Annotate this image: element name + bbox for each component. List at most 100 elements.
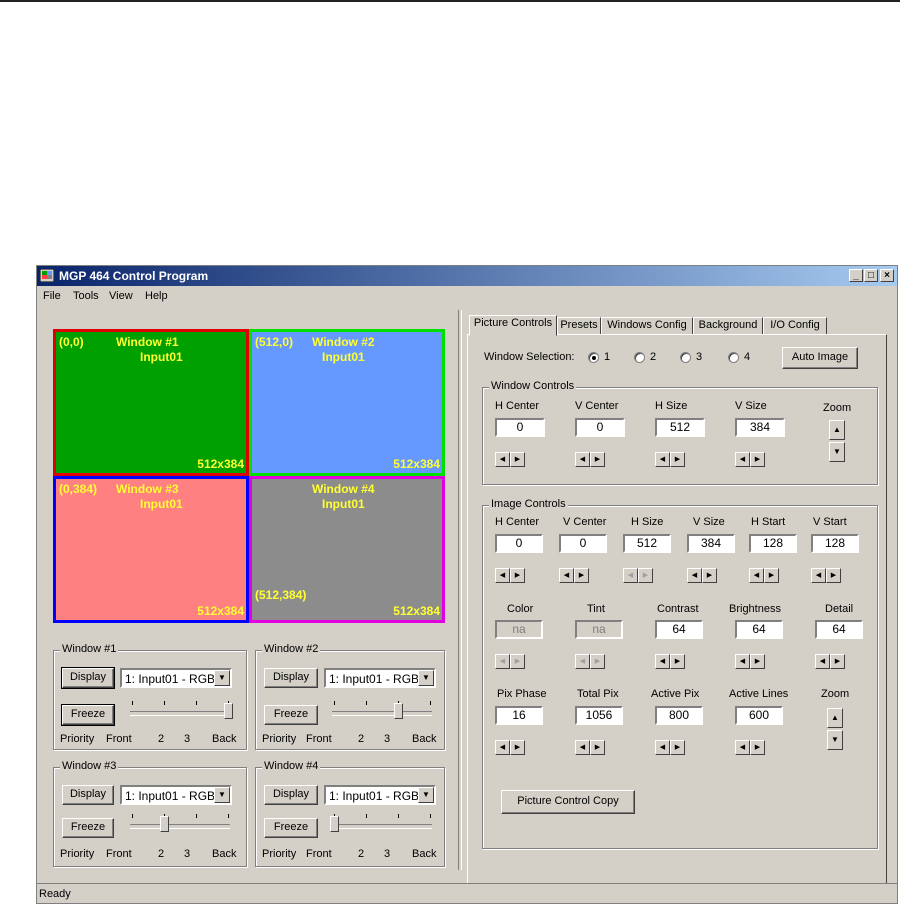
- arrow-right-icon[interactable]: ▶: [574, 568, 589, 583]
- input-select[interactable]: 1: Input01 - RGB ▼: [120, 785, 232, 805]
- arrow-right-icon[interactable]: ▶: [830, 654, 845, 669]
- arrow-right-icon[interactable]: ▶: [590, 452, 605, 467]
- tab-windows-config[interactable]: Windows Config: [601, 317, 693, 335]
- close-button[interactable]: ×: [880, 269, 894, 282]
- arrow-left-icon[interactable]: ◀: [655, 452, 670, 467]
- ic-v-size-spinner[interactable]: ◀ ▶: [687, 568, 717, 583]
- priority-slider[interactable]: [330, 810, 432, 838]
- slider-track[interactable]: [130, 711, 230, 716]
- input-select[interactable]: 1: Input01 - RGB ▼: [324, 668, 436, 688]
- arrow-left-icon[interactable]: ◀: [735, 452, 750, 467]
- chevron-down-icon[interactable]: ▼: [418, 670, 434, 686]
- slider-track[interactable]: [332, 711, 432, 716]
- slider-track[interactable]: [332, 824, 432, 829]
- tab-background[interactable]: Background: [693, 317, 763, 335]
- priority-slider[interactable]: [332, 697, 432, 725]
- arrow-left-icon[interactable]: ◀: [495, 452, 510, 467]
- freeze-button[interactable]: Freeze: [264, 705, 318, 725]
- slider-thumb[interactable]: [160, 816, 169, 832]
- preview-window-4[interactable]: Window #4 Input01 (512,384) 512x384: [249, 476, 445, 623]
- slider-track[interactable]: [130, 824, 230, 829]
- slider-thumb[interactable]: [224, 703, 233, 719]
- window-selection-radio-2[interactable]: [634, 352, 645, 363]
- arrow-left-icon[interactable]: ◀: [687, 568, 702, 583]
- arrow-left-icon[interactable]: ◀: [655, 654, 670, 669]
- menu-view[interactable]: View: [109, 290, 133, 302]
- chevron-down-icon[interactable]: ▼: [214, 670, 230, 686]
- display-button[interactable]: Display: [62, 785, 114, 805]
- priority-slider[interactable]: [130, 810, 230, 838]
- arrow-left-icon[interactable]: ◀: [815, 654, 830, 669]
- tab-picture-controls[interactable]: Picture Controls: [469, 315, 557, 336]
- window-selection-radio-1[interactable]: [588, 352, 599, 363]
- arrow-right-icon[interactable]: ▶: [590, 740, 605, 755]
- input-select[interactable]: 1: Input01 - RGB ▼: [120, 668, 232, 688]
- maximize-button[interactable]: □: [864, 269, 878, 282]
- arrow-left-icon[interactable]: ◀: [735, 654, 750, 669]
- menu-file[interactable]: File: [43, 290, 61, 302]
- menu-help[interactable]: Help: [145, 290, 168, 302]
- ic-active-pix-field[interactable]: 800: [655, 706, 703, 725]
- ic-h-start-spinner[interactable]: ◀ ▶: [749, 568, 779, 583]
- arrow-down-icon[interactable]: ▼: [829, 442, 845, 462]
- display-button[interactable]: Display: [264, 668, 318, 688]
- arrow-right-icon[interactable]: ▶: [670, 740, 685, 755]
- ic-v-start-spinner[interactable]: ◀ ▶: [811, 568, 841, 583]
- tab-presets[interactable]: Presets: [557, 317, 601, 335]
- arrow-left-icon[interactable]: ◀: [559, 568, 574, 583]
- ic-contrast-field[interactable]: 64: [655, 620, 703, 639]
- arrow-right-icon[interactable]: ▶: [702, 568, 717, 583]
- freeze-button[interactable]: Freeze: [62, 818, 114, 838]
- arrow-down-icon[interactable]: ▼: [827, 730, 843, 750]
- chevron-down-icon[interactable]: ▼: [214, 787, 230, 803]
- ic-pix-phase-spinner[interactable]: ◀ ▶: [495, 740, 525, 755]
- wc-v-center-spinner[interactable]: ◀ ▶: [575, 452, 605, 467]
- arrow-right-icon[interactable]: ▶: [750, 452, 765, 467]
- arrow-left-icon[interactable]: ◀: [575, 740, 590, 755]
- arrow-right-icon[interactable]: ▶: [510, 452, 525, 467]
- ic-v-size-field[interactable]: 384: [687, 534, 735, 553]
- arrow-right-icon[interactable]: ▶: [510, 740, 525, 755]
- arrow-left-icon[interactable]: ◀: [623, 568, 638, 583]
- input-select[interactable]: 1: Input01 - RGB ▼: [324, 785, 436, 805]
- ic-detail-spinner[interactable]: ◀ ▶: [815, 654, 845, 669]
- arrow-up-icon[interactable]: ▲: [827, 708, 843, 728]
- ic-h-center-field[interactable]: 0: [495, 534, 543, 553]
- tab-io-config[interactable]: I/O Config: [763, 317, 827, 335]
- arrow-right-icon[interactable]: ▶: [670, 654, 685, 669]
- ic-total-pix-field[interactable]: 1056: [575, 706, 623, 725]
- preview-window-1[interactable]: (0,0) Window #1 Input01 512x384: [53, 329, 249, 476]
- ic-h-size-field[interactable]: 512: [623, 534, 671, 553]
- ic-v-center-field[interactable]: 0: [559, 534, 607, 553]
- wc-v-size-spinner[interactable]: ◀ ▶: [735, 452, 765, 467]
- arrow-left-icon[interactable]: ◀: [749, 568, 764, 583]
- picture-control-copy-button[interactable]: Picture Control Copy: [501, 790, 635, 814]
- auto-image-button[interactable]: Auto Image: [782, 347, 858, 369]
- slider-thumb[interactable]: [330, 816, 339, 832]
- preview-window-2[interactable]: (512,0) Window #2 Input01 512x384: [249, 329, 445, 476]
- arrow-left-icon[interactable]: ◀: [575, 452, 590, 467]
- ic-v-center-spinner[interactable]: ◀ ▶: [559, 568, 589, 583]
- title-bar[interactable]: MGP 464 Control Program _ □ ×: [37, 266, 897, 286]
- freeze-button[interactable]: Freeze: [264, 818, 318, 838]
- arrow-left-icon[interactable]: ◀: [655, 740, 670, 755]
- menu-tools[interactable]: Tools: [73, 290, 99, 302]
- ic-h-center-spinner[interactable]: ◀ ▶: [495, 568, 525, 583]
- chevron-down-icon[interactable]: ▼: [418, 787, 434, 803]
- wc-h-size-spinner[interactable]: ◀ ▶: [655, 452, 685, 467]
- display-button[interactable]: Display: [264, 785, 318, 805]
- arrow-left-icon[interactable]: ◀: [495, 740, 510, 755]
- ic-h-size-spinner[interactable]: ◀ ▶: [623, 568, 653, 583]
- display-button[interactable]: Display: [61, 667, 115, 689]
- arrow-right-icon[interactable]: ▶: [826, 568, 841, 583]
- arrow-right-icon[interactable]: ▶: [750, 654, 765, 669]
- window-selection-radio-3[interactable]: [680, 352, 691, 363]
- preview-window-3[interactable]: (0,384) Window #3 Input01 512x384: [53, 476, 249, 623]
- priority-slider[interactable]: [130, 697, 233, 725]
- arrow-right-icon[interactable]: ▶: [670, 452, 685, 467]
- minimize-button[interactable]: _: [849, 269, 863, 282]
- ic-active-pix-spinner[interactable]: ◀ ▶: [655, 740, 685, 755]
- slider-thumb[interactable]: [394, 703, 403, 719]
- ic-brightness-spinner[interactable]: ◀ ▶: [735, 654, 765, 669]
- arrow-left-icon[interactable]: ◀: [495, 568, 510, 583]
